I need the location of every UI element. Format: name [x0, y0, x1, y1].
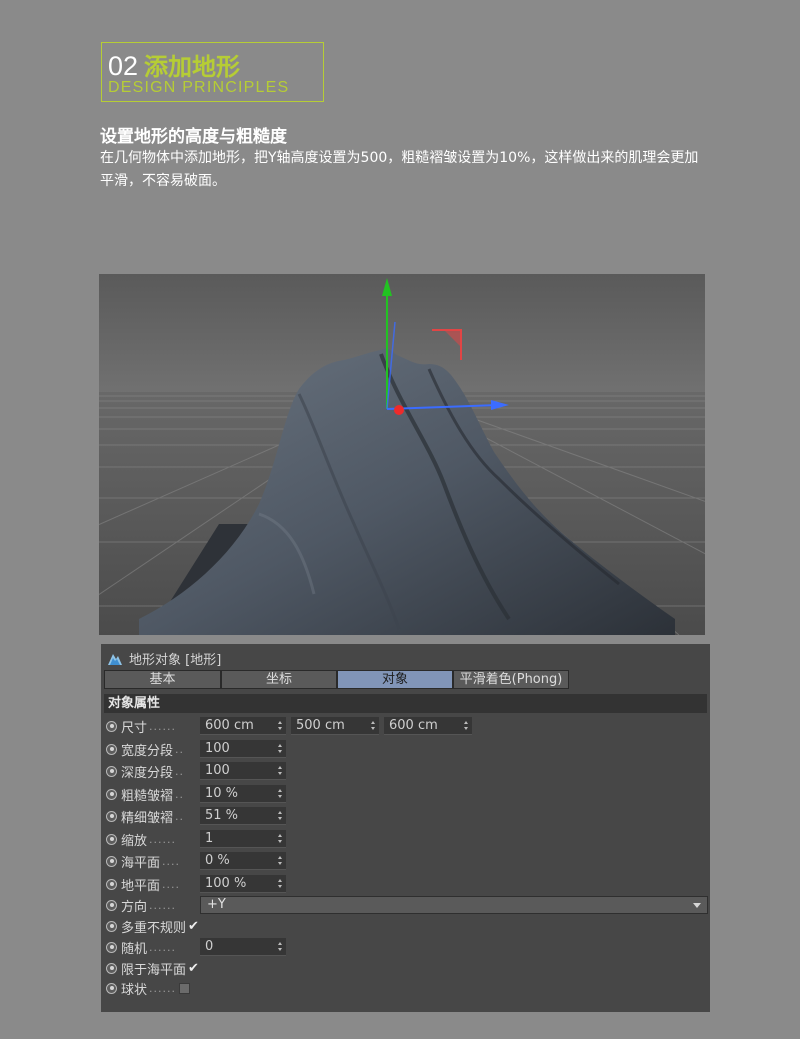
animate-radio-icon[interactable] — [106, 720, 117, 732]
spinner-icon — [371, 721, 376, 730]
animate-radio-icon[interactable] — [106, 920, 117, 932]
param-orientation: 方向...... +Y — [106, 895, 708, 915]
section-object-properties: 对象属性 — [104, 694, 707, 713]
step-description: 在几何物体中添加地形，把Y轴高度设置为500，粗糙褶皱设置为10%，这样做出来的… — [100, 150, 699, 189]
spinner-icon — [278, 834, 283, 843]
spinner-icon — [278, 721, 283, 730]
spinner-icon — [278, 789, 283, 798]
fine-wrinkle-field[interactable]: 51 % — [200, 807, 286, 825]
spinner-icon — [278, 811, 283, 820]
scale-field[interactable]: 1 — [200, 830, 286, 848]
step-heading: 设置地形的高度与粗糙度 — [100, 127, 287, 147]
terrain-icon — [108, 654, 122, 665]
spinner-icon — [278, 744, 283, 753]
attribute-panel: 地形对象 [地形] 基本 坐标 对象 平滑着色(Phong) 对象属性 尺寸..… — [101, 644, 710, 1012]
animate-radio-icon[interactable] — [106, 941, 117, 953]
section-title: 添加地形 — [144, 53, 241, 81]
spinner-icon — [278, 942, 283, 951]
orientation-dropdown[interactable]: +Y — [200, 896, 708, 914]
param-multifractal: 多重不规则 ✔ — [106, 916, 199, 936]
multifractal-checkbox[interactable]: ✔ — [188, 919, 199, 934]
spinner-icon — [278, 879, 283, 888]
tab-basic[interactable]: 基本 — [104, 670, 221, 689]
rough-wrinkle-field[interactable]: 10 % — [200, 785, 286, 803]
param-depth-segments: 深度分段.. 100 — [106, 761, 291, 781]
section-subtitle: DESIGN PRINCIPLES — [108, 79, 290, 96]
panel-title: 地形对象 [地形] — [129, 652, 222, 668]
size-z-field[interactable]: 600 cm — [384, 717, 472, 735]
param-width-segments: 宽度分段.. 100 — [106, 739, 291, 759]
animate-radio-icon[interactable] — [106, 788, 117, 800]
spinner-icon — [278, 856, 283, 865]
animate-radio-icon[interactable] — [106, 743, 117, 755]
animate-radio-icon[interactable] — [106, 899, 117, 911]
param-rough-wrinkle: 粗糙皱褶.. 10 % — [106, 784, 291, 804]
section-badge: 02 添加地形 DESIGN PRINCIPLES — [101, 42, 324, 102]
param-limit-sea: 限于海平面 ✔ — [106, 958, 199, 978]
tab-bar: 基本 坐标 对象 平滑着色(Phong) — [104, 670, 569, 689]
spinner-icon — [278, 766, 283, 775]
size-y-field[interactable]: 500 cm — [291, 717, 379, 735]
animate-radio-icon[interactable] — [106, 833, 117, 845]
param-sea-level: 海平面.... 0 % — [106, 851, 291, 871]
viewport-3d[interactable] — [99, 274, 705, 635]
width-segments-field[interactable]: 100 — [200, 740, 286, 758]
spherical-checkbox[interactable] — [179, 982, 190, 994]
param-fine-wrinkle: 精细皱褶.. 51 % — [106, 806, 291, 826]
animate-radio-icon[interactable] — [106, 765, 117, 777]
param-size: 尺寸...... 600 cm 500 cm 600 cm — [106, 716, 477, 736]
animate-radio-icon[interactable] — [106, 878, 117, 890]
seed-field[interactable]: 0 — [200, 938, 286, 956]
chevron-down-icon — [693, 903, 701, 908]
animate-radio-icon[interactable] — [106, 982, 117, 994]
panel-header: 地形对象 [地形] — [107, 649, 222, 668]
animate-radio-icon[interactable] — [106, 855, 117, 867]
param-spherical: 球状...... — [106, 978, 190, 998]
tab-object[interactable]: 对象 — [337, 670, 453, 689]
section-number: 02 — [108, 51, 139, 81]
param-scale: 缩放...... 1 — [106, 829, 291, 849]
size-x-field[interactable]: 600 cm — [200, 717, 286, 735]
param-plateau-level: 地平面.... 100 % — [106, 874, 291, 894]
animate-radio-icon[interactable] — [106, 810, 117, 822]
plateau-level-field[interactable]: 100 % — [200, 875, 286, 893]
viewport-render — [99, 274, 705, 635]
depth-segments-field[interactable]: 100 — [200, 762, 286, 780]
limit-sea-checkbox[interactable]: ✔ — [188, 961, 199, 976]
tab-coordinates[interactable]: 坐标 — [221, 670, 337, 689]
sea-level-field[interactable]: 0 % — [200, 852, 286, 870]
spinner-icon — [464, 721, 469, 730]
animate-radio-icon[interactable] — [106, 962, 117, 974]
tab-phong[interactable]: 平滑着色(Phong) — [453, 670, 569, 689]
param-seed: 随机...... 0 — [106, 937, 291, 957]
